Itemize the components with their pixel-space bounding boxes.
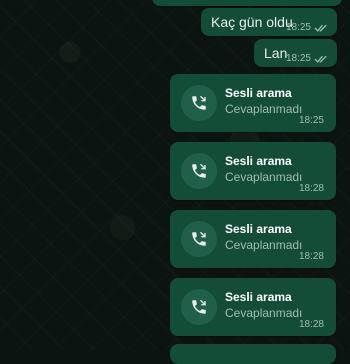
call-status: Cevaplanmadı [225, 170, 303, 184]
message-text: Lan [264, 45, 288, 61]
missed-call-bubble[interactable]: Sesli arama Cevaplanmadı 18:28 [170, 278, 336, 336]
double-check-icon [314, 55, 327, 63]
missed-call-icon [181, 153, 217, 189]
previous-message-bubble[interactable] [152, 0, 342, 6]
call-time: 18:25 [298, 115, 324, 126]
message-bubble[interactable]: Lan 18:25 [254, 39, 337, 67]
call-title: Sesli arama [225, 290, 292, 304]
double-check-icon [314, 24, 327, 32]
message-bubble[interactable]: Kaç gün oldu 18:25 [201, 8, 337, 36]
missed-call-bubble[interactable]: Sesli arama Cevaplanmadı 18:28 [170, 142, 336, 200]
message-meta: 18:25 [286, 53, 329, 64]
call-title: Sesli arama [225, 154, 292, 168]
call-status: Cevaplanmadı [225, 102, 303, 116]
message-time: 18:25 [285, 53, 311, 64]
call-time: 18:28 [298, 183, 324, 194]
call-title: Sesli arama [225, 86, 292, 100]
call-time: 18:28 [298, 319, 324, 330]
missed-call-bubble[interactable]: Sesli arama Cevaplanmadı 18:25 [170, 74, 336, 132]
missed-call-icon [181, 221, 217, 257]
call-title: Sesli arama [225, 222, 292, 236]
call-time: 18:28 [298, 251, 324, 262]
message-meta: 18:25 [286, 22, 329, 33]
missed-call-icon [181, 289, 217, 325]
call-status: Cevaplanmadı [225, 306, 303, 320]
message-text: Kaç gün oldu [211, 14, 293, 30]
call-status: Cevaplanmadı [225, 238, 303, 252]
missed-call-icon [181, 85, 217, 121]
missed-call-bubble[interactable]: Sesli arama Cevaplanmadı 18:28 [170, 210, 336, 268]
message-time: 18:25 [285, 22, 311, 33]
next-message-bubble[interactable] [170, 344, 336, 364]
